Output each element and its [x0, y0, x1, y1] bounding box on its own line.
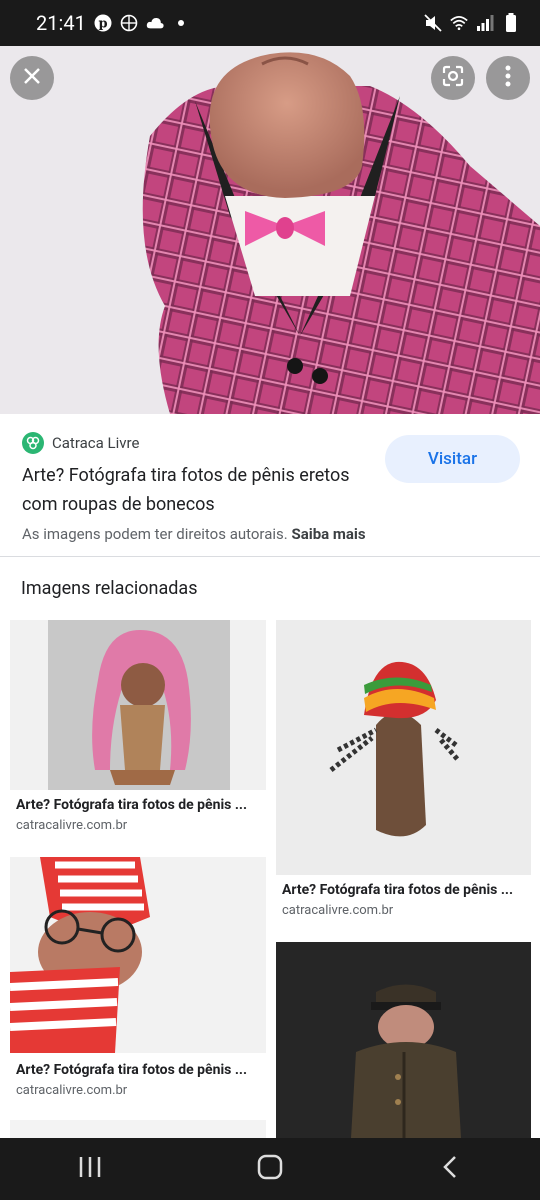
related-image-thumbnail — [10, 857, 266, 1053]
related-card-title: Arte? Fotógrafa tira fotos de pênis ... — [16, 797, 248, 813]
more-options-button[interactable] — [486, 56, 530, 100]
mute-icon — [424, 14, 442, 32]
related-image-thumbnail — [276, 942, 531, 1138]
related-image-thumbnail — [276, 620, 531, 875]
system-nav-bar — [0, 1138, 540, 1200]
vpn-icon — [120, 14, 138, 32]
related-image-card[interactable]: Arte? Fotógrafa tira fotos de pênis ... … — [276, 620, 531, 925]
back-icon — [442, 1155, 458, 1183]
copyright-notice: As imagens podem ter direitos autorais. … — [22, 525, 366, 543]
close-icon — [22, 66, 42, 90]
related-card-domain: catracalivre.com.br — [16, 818, 128, 833]
related-image-card[interactable] — [10, 1120, 266, 1138]
related-image-card[interactable]: Arte? Fotógrafa tira fotos de pênis ... … — [10, 857, 266, 1102]
dot-icon — [172, 14, 190, 32]
related-image-thumbnail — [10, 620, 266, 790]
learn-more-link[interactable]: Saiba mais — [291, 525, 365, 543]
signal-icon — [476, 14, 494, 32]
main-image[interactable] — [0, 46, 540, 414]
image-info-panel: Catraca Livre Arte? Fotógrafa tira fotos… — [0, 414, 540, 557]
google-lens-button[interactable] — [431, 56, 475, 100]
cloud-icon — [146, 14, 164, 32]
google-lens-icon — [442, 65, 464, 91]
main-image-picture — [0, 46, 540, 414]
visit-button[interactable]: Visitar — [385, 435, 520, 483]
pinterest-icon: p — [94, 14, 112, 32]
wifi-icon — [450, 14, 468, 32]
recents-button[interactable] — [50, 1138, 130, 1200]
source-row[interactable]: Catraca Livre — [22, 432, 139, 454]
back-button[interactable] — [410, 1138, 490, 1200]
related-image-card[interactable]: Arte? Fotógrafa tira fotos de pênis ... … — [10, 620, 266, 840]
recents-icon — [78, 1156, 102, 1182]
related-card-domain: catracalivre.com.br — [282, 903, 394, 918]
result-title[interactable]: Arte? Fotógrafa tira fotos de pênis eret… — [22, 461, 352, 519]
battery-icon — [502, 13, 520, 32]
related-card-title: Arte? Fotógrafa tira fotos de pênis ... — [16, 1062, 248, 1078]
svg-text:p: p — [98, 17, 107, 32]
related-images-heading: Imagens relacionadas — [21, 578, 198, 599]
copyright-text: As imagens podem ter direitos autorais. — [22, 525, 288, 543]
close-button[interactable] — [10, 56, 54, 100]
source-name: Catraca Livre — [52, 434, 140, 452]
more-vert-icon — [505, 65, 511, 91]
home-button[interactable] — [230, 1138, 310, 1200]
catraca-livre-logo-icon — [22, 432, 44, 454]
home-icon — [257, 1154, 283, 1184]
related-card-title: Arte? Fotógrafa tira fotos de pênis ... — [282, 882, 514, 898]
status-time: 21:41 — [36, 11, 86, 35]
status-bar: 21:41 p — [0, 0, 540, 46]
related-image-card[interactable] — [276, 942, 531, 1138]
related-card-domain: catracalivre.com.br — [16, 1083, 128, 1098]
